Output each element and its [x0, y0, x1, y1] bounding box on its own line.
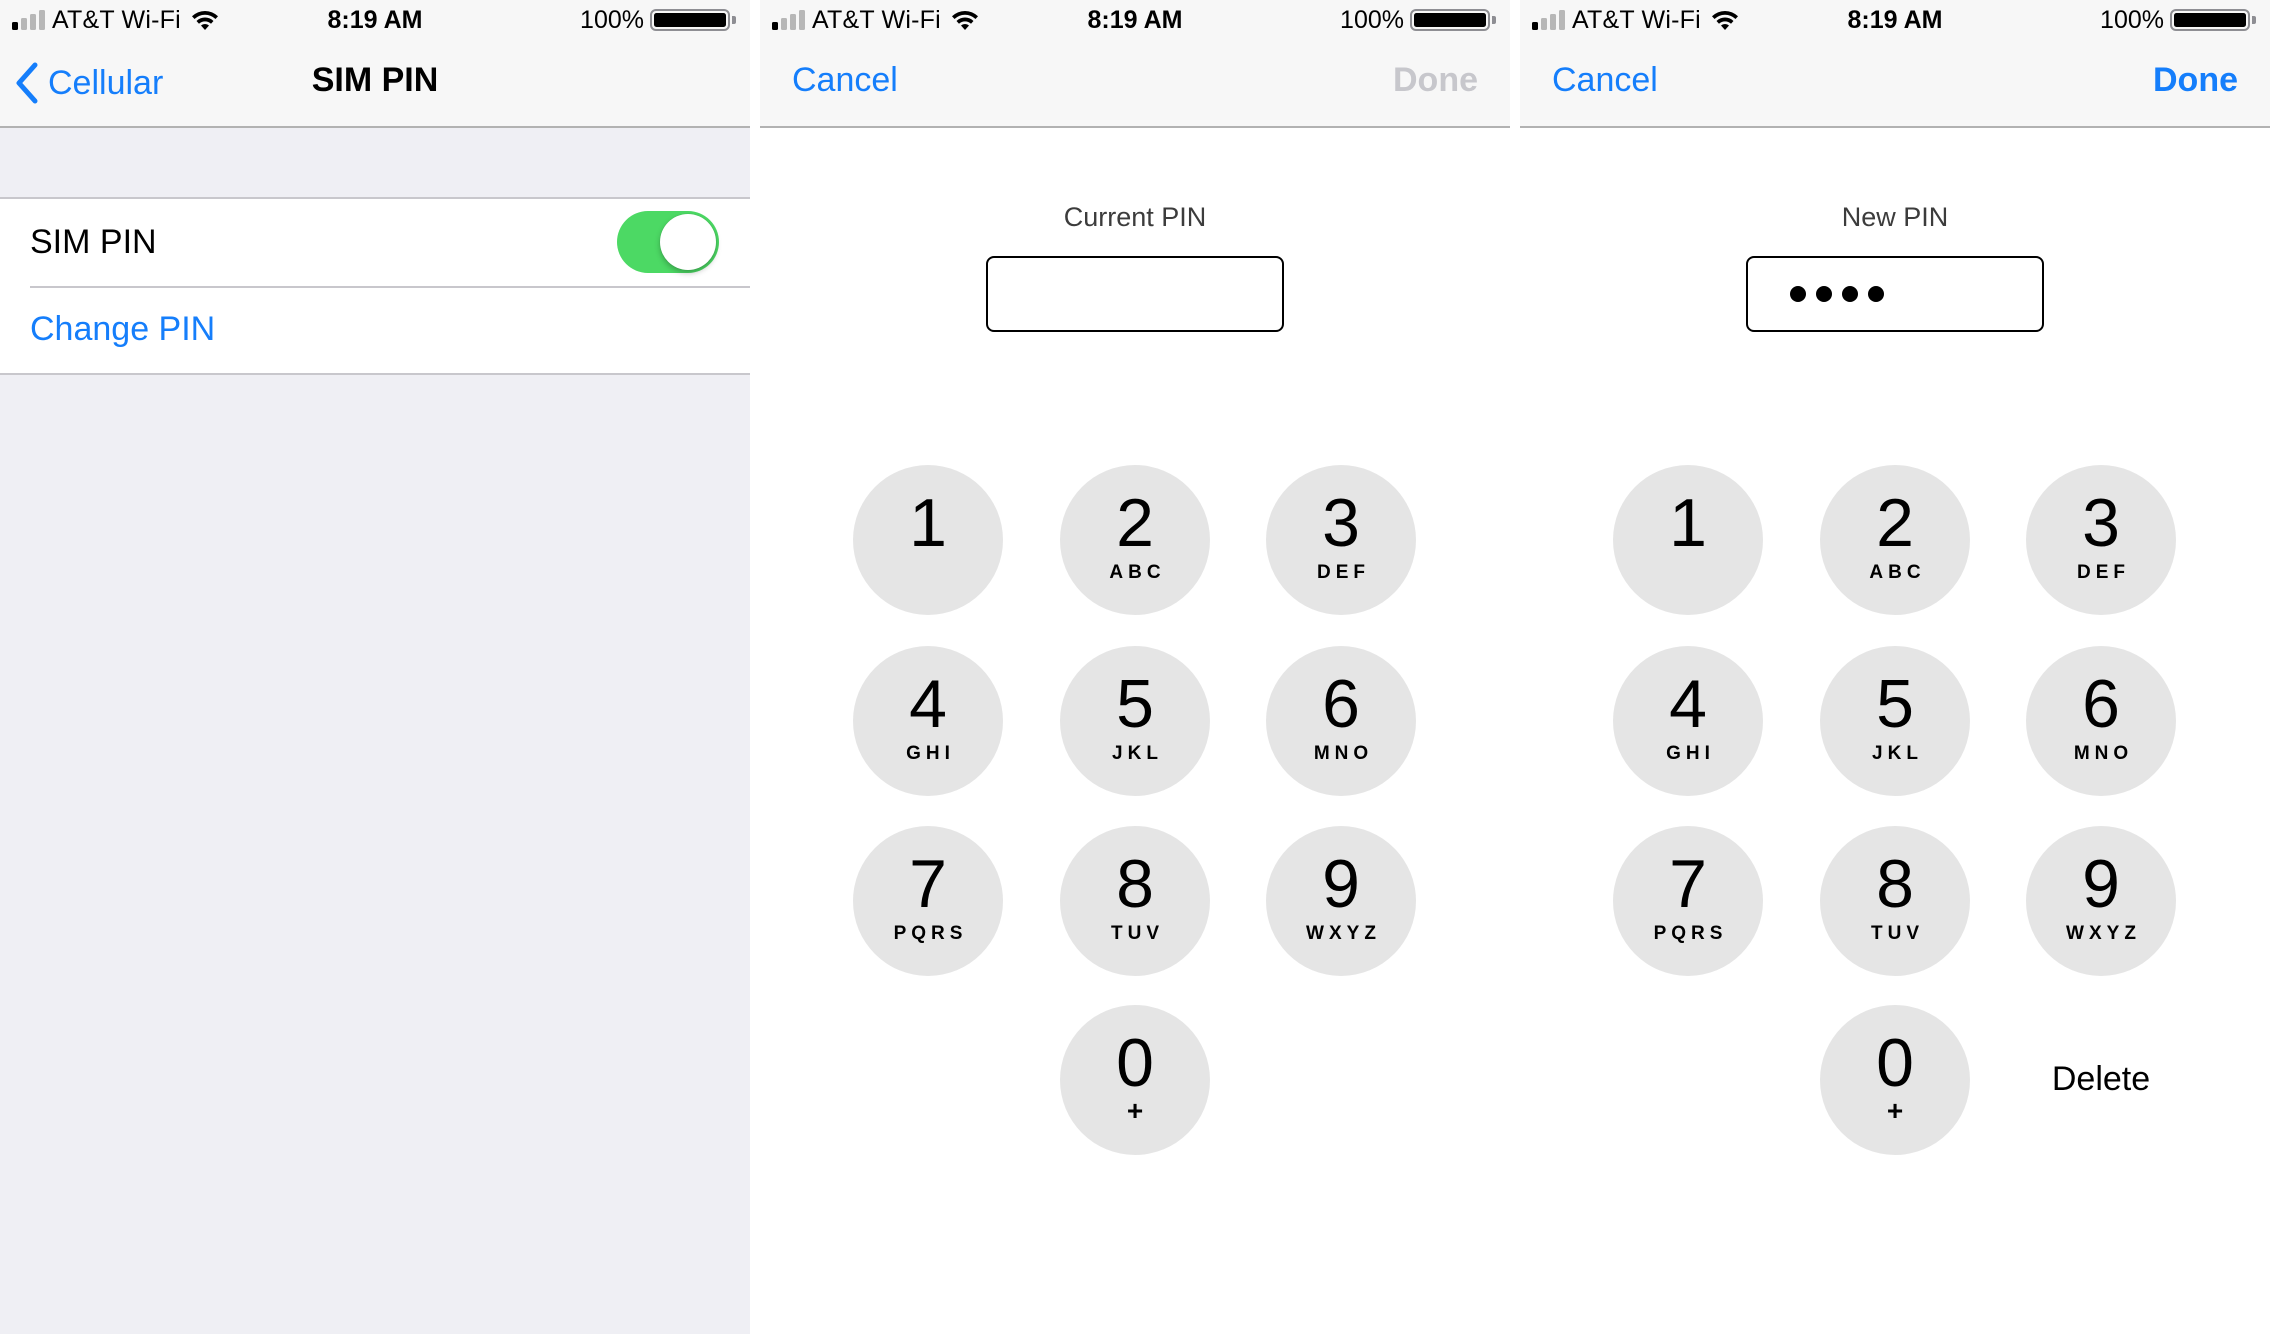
key-letters: GHI	[906, 743, 955, 764]
navigation-bar: Cancel Done	[1520, 40, 2270, 128]
key-letters: PQRS	[1653, 923, 1728, 944]
key-letters: WXYZ	[2066, 923, 2141, 944]
toggle-knob	[660, 214, 716, 270]
navigation-bar: Cancel Done	[760, 40, 1510, 128]
keypad-key-1[interactable]: 1	[1613, 465, 1763, 615]
sim-pin-label: SIM PIN	[30, 223, 157, 261]
keypad-key-6[interactable]: 6 MNO	[1266, 646, 1416, 796]
key-letters: GHI	[1666, 743, 1715, 764]
back-button[interactable]: Cellular	[14, 58, 163, 108]
new-pin-input[interactable]	[1746, 256, 2044, 332]
key-digit: 7	[909, 846, 947, 922]
key-letters: MNO	[1313, 743, 1374, 764]
sim-pin-toggle[interactable]	[617, 211, 719, 273]
battery-icon	[2170, 9, 2256, 31]
key-letters: DEF	[1317, 562, 1370, 583]
new-pin-screen: AT&T Wi-Fi 8:19 AM 100% Cancel Done New …	[1520, 0, 2270, 1334]
keypad-key-8[interactable]: 8 TUV	[1060, 826, 1210, 976]
sim-pin-settings-group: SIM PIN Change PIN	[0, 197, 750, 375]
key-letters: +	[1126, 1095, 1144, 1126]
key-digit: 8	[1876, 846, 1914, 922]
sim-pin-row: SIM PIN	[0, 199, 750, 286]
key-digit: 3	[1322, 485, 1360, 561]
change-pin-label: Change PIN	[30, 310, 216, 348]
keypad-key-9[interactable]: 9 WXYZ	[2026, 826, 2176, 976]
pin-prompt-label: Current PIN	[1063, 202, 1207, 232]
status-bar: AT&T Wi-Fi 8:19 AM 100%	[760, 0, 1510, 40]
sim-pin-settings-screen: AT&T Wi-Fi 8:19 AM 100% Cellular SIM PIN…	[0, 0, 750, 1334]
key-letters: DEF	[2077, 562, 2130, 583]
keypad-key-9[interactable]: 9 WXYZ	[1266, 826, 1416, 976]
key-digit: 0	[1876, 1025, 1914, 1101]
battery-icon	[1410, 9, 1496, 31]
keypad-key-1[interactable]: 1	[853, 465, 1003, 615]
key-digit: 4	[1669, 666, 1707, 742]
done-button[interactable]: Done	[2153, 61, 2238, 100]
keypad-key-0[interactable]: 0 +	[1060, 1005, 1210, 1155]
back-label: Cellular	[48, 63, 164, 102]
current-pin-screen: AT&T Wi-Fi 8:19 AM 100% Cancel Done Curr…	[760, 0, 1510, 1334]
battery-percent: 100%	[1340, 6, 1404, 34]
key-digit: 8	[1116, 846, 1154, 922]
keypad-key-5[interactable]: 5 JKL	[1820, 646, 1970, 796]
keypad-key-4[interactable]: 4 GHI	[853, 646, 1003, 796]
keypad-key-2[interactable]: 2 ABC	[1820, 465, 1970, 615]
delete-button[interactable]: Delete	[2026, 1060, 2176, 1099]
key-letters: +	[1886, 1095, 1904, 1126]
pin-dot	[1868, 286, 1884, 302]
key-digit: 6	[2082, 666, 2120, 742]
change-pin-button[interactable]: Change PIN	[0, 286, 750, 373]
key-letters: MNO	[2073, 743, 2134, 764]
key-digit: 0	[1116, 1025, 1154, 1101]
key-digit: 3	[2082, 485, 2120, 561]
done-button[interactable]: Done	[1393, 61, 1478, 100]
key-letters: ABC	[1109, 562, 1166, 583]
keypad-key-6[interactable]: 6 MNO	[2026, 646, 2176, 796]
keypad-key-2[interactable]: 2 ABC	[1060, 465, 1210, 615]
battery-percent: 100%	[2100, 6, 2164, 34]
keypad-key-7[interactable]: 7 PQRS	[853, 826, 1003, 976]
key-digit: 6	[1322, 666, 1360, 742]
key-letters: JKL	[1872, 743, 1923, 764]
key-digit: 1	[909, 485, 947, 561]
key-digit: 5	[1876, 666, 1914, 742]
key-letters: PQRS	[893, 923, 968, 944]
key-digit: 5	[1116, 666, 1154, 742]
key-letters: ABC	[1869, 562, 1926, 583]
keypad-key-0[interactable]: 0 +	[1820, 1005, 1970, 1155]
pin-dot	[1790, 286, 1806, 302]
keypad-key-8[interactable]: 8 TUV	[1820, 826, 1970, 976]
keypad-key-3[interactable]: 3 DEF	[2026, 465, 2176, 615]
key-letters: TUV	[1871, 923, 1924, 944]
navigation-bar: Cellular SIM PIN	[0, 40, 750, 128]
keypad-key-7[interactable]: 7 PQRS	[1613, 826, 1763, 976]
chevron-left-icon	[16, 62, 38, 104]
key-digit: 2	[1876, 485, 1914, 561]
keypad-key-3[interactable]: 3 DEF	[1266, 465, 1416, 615]
pin-dot	[1816, 286, 1832, 302]
key-digit: 1	[1669, 485, 1707, 561]
pin-dot	[1842, 286, 1858, 302]
key-letters: WXYZ	[1306, 923, 1381, 944]
key-letters: TUV	[1111, 923, 1164, 944]
cancel-button[interactable]: Cancel	[1552, 61, 1658, 100]
key-digit: 2	[1116, 485, 1154, 561]
battery-icon	[650, 9, 736, 31]
status-bar: AT&T Wi-Fi 8:19 AM 100%	[1520, 0, 2270, 40]
status-bar: AT&T Wi-Fi 8:19 AM 100%	[0, 0, 750, 40]
current-pin-input[interactable]	[986, 256, 1284, 332]
keypad-key-5[interactable]: 5 JKL	[1060, 646, 1210, 796]
pin-prompt-label: New PIN	[1841, 202, 1949, 232]
cancel-button[interactable]: Cancel	[792, 61, 898, 100]
key-digit: 9	[1322, 846, 1360, 922]
key-letters: JKL	[1112, 743, 1163, 764]
battery-percent: 100%	[580, 6, 644, 34]
keypad-key-4[interactable]: 4 GHI	[1613, 646, 1763, 796]
key-digit: 9	[2082, 846, 2120, 922]
key-digit: 7	[1669, 846, 1707, 922]
key-digit: 4	[909, 666, 947, 742]
